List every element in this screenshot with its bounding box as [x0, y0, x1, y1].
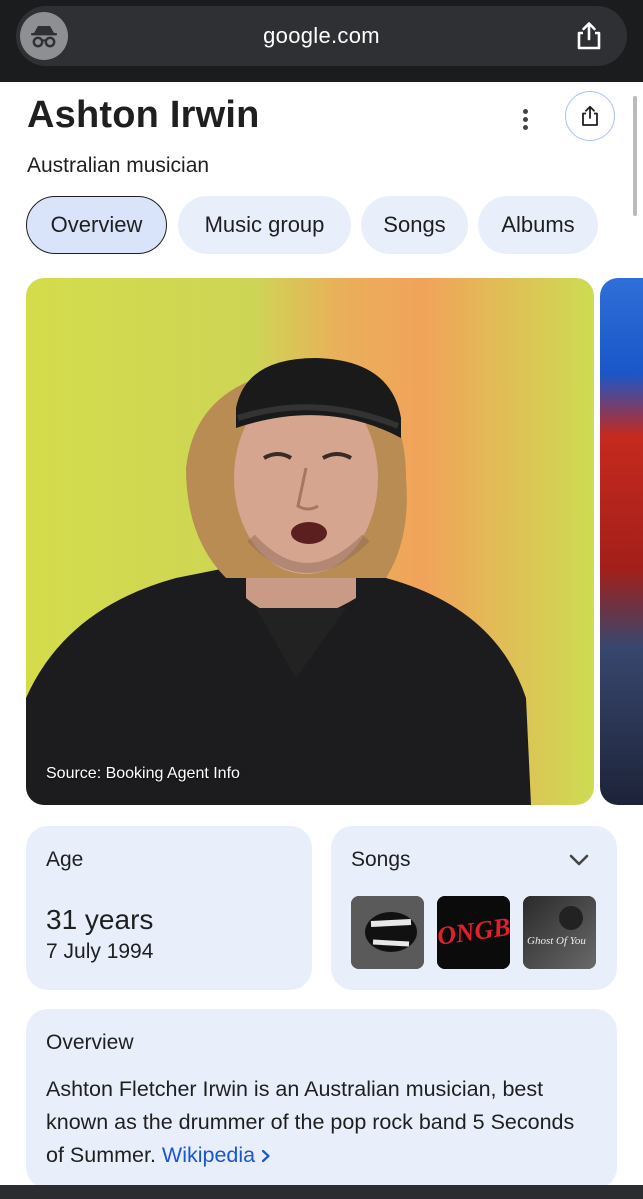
birth-date: 7 July 1994 — [46, 940, 154, 963]
song-thumbnail[interactable]: ONGBL — [437, 896, 510, 969]
next-photo-preview[interactable] — [600, 278, 643, 805]
songs-label: Songs — [351, 848, 411, 871]
person-illustration — [26, 358, 531, 805]
scrollbar[interactable] — [633, 96, 637, 216]
song-thumbnail[interactable]: Ghost Of You — [523, 896, 596, 969]
songs-card[interactable]: Songs ONGBL Ghost Of You — [331, 826, 617, 990]
song-thumbnail[interactable] — [351, 896, 424, 969]
song-art-text: Ghost Of You — [527, 935, 586, 947]
bottom-bar — [0, 1185, 643, 1199]
entity-photo[interactable]: Source: Booking Agent Info — [26, 278, 594, 805]
tab-overview[interactable]: Overview — [26, 196, 167, 254]
more-vert-icon[interactable] — [515, 106, 535, 136]
url-text[interactable]: google.com — [16, 23, 627, 49]
share-icon — [582, 105, 598, 126]
share-button[interactable] — [565, 91, 615, 141]
overview-description: Ashton Fletcher Irwin is an Australian m… — [46, 1077, 575, 1167]
entity-description: Australian musician — [27, 154, 210, 177]
knowledge-panel: Ashton Irwin Australian musician Overvie… — [0, 82, 643, 1199]
tab-label: Music group — [204, 212, 325, 237]
tab-label: Songs — [383, 212, 446, 237]
tab-albums[interactable]: Albums — [478, 196, 598, 254]
browser-top-bar: google.com — [0, 0, 643, 82]
age-value: 31 years — [46, 904, 154, 935]
wikipedia-link[interactable]: Wikipedia — [162, 1143, 271, 1167]
share-icon[interactable] — [573, 20, 605, 52]
image-source-label[interactable]: Source: Booking Agent Info — [46, 765, 240, 783]
chevron-down-icon[interactable] — [567, 852, 591, 868]
overview-text: Ashton Fletcher Irwin is an Australian m… — [46, 1073, 597, 1172]
wikipedia-link-label: Wikipedia — [161, 1143, 256, 1167]
tab-label: Albums — [501, 212, 575, 237]
overview-card: Overview Ashton Fletcher Irwin is an Aus… — [26, 1009, 617, 1189]
overview-label: Overview — [46, 1031, 134, 1054]
entity-title: Ashton Irwin — [27, 94, 260, 136]
age-label: Age — [46, 848, 84, 871]
tab-music-group[interactable]: Music group — [178, 196, 351, 254]
tab-label: Overview — [50, 212, 143, 237]
age-card[interactable]: Age 31 years 7 July 1994 — [26, 826, 312, 990]
tab-songs[interactable]: Songs — [361, 196, 468, 254]
chevron-right-icon — [262, 1149, 270, 1163]
address-bar[interactable]: google.com — [16, 6, 627, 66]
